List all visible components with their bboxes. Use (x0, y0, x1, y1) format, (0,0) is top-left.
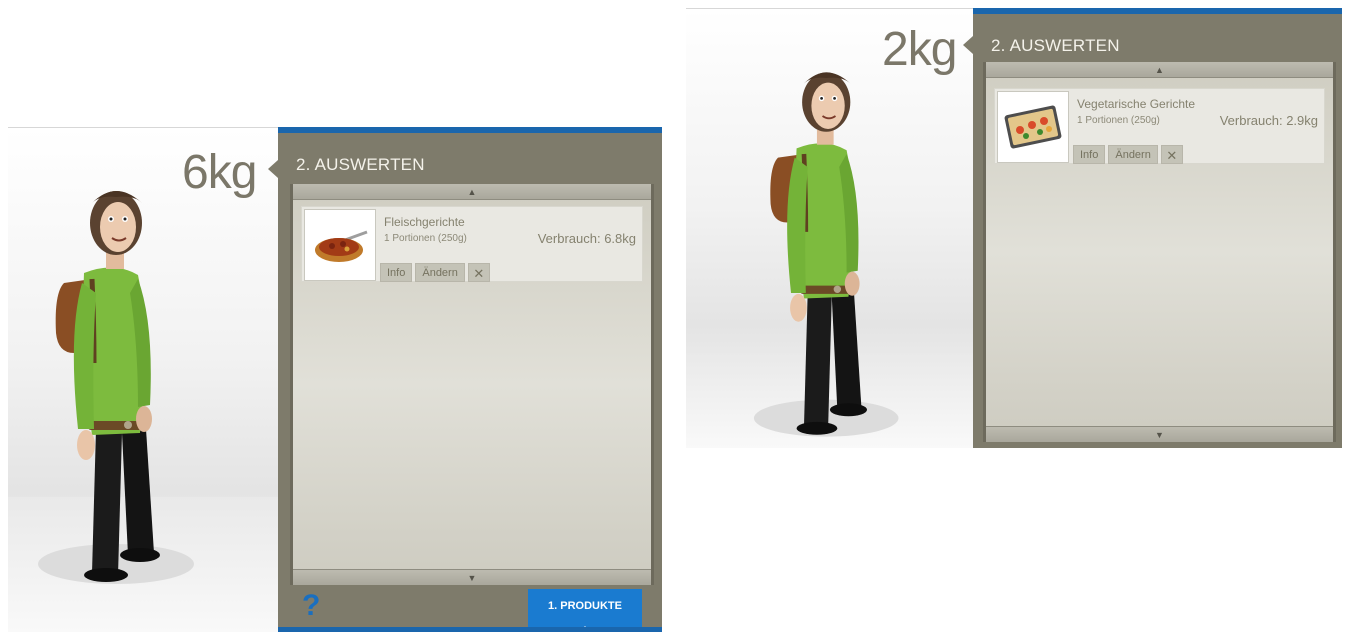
product-name: Vegetarische Gerichte (1077, 97, 1196, 111)
section-title: 2. AUSWERTEN (991, 36, 1120, 55)
triangle-up-icon: ▲ (1155, 64, 1164, 75)
product-card[interactable]: Vegetarische Gerichte 1 Portionen (250g)… (994, 88, 1325, 164)
tab-products-label: 1. PRODUKTE (548, 600, 622, 612)
product-list[interactable]: ▲ Vegetarische Gerichte 1 Portionen (250… (983, 62, 1336, 442)
product-usage: Verbrauch: 2.9kg (1219, 113, 1318, 128)
close-icon[interactable]: ✕ (1160, 145, 1183, 164)
character-figure (753, 72, 899, 437)
help-button[interactable]: ? (302, 589, 320, 623)
product-actions: Info Ändern ✕ (1073, 145, 1183, 164)
character-stage: 6kg (8, 127, 278, 632)
tab-products[interactable]: 1. PRODUKTE (528, 589, 642, 632)
evaluation-panel-right: 2kg 2. AUSWERTEN ▲ Vegetarische Gerichte… (686, 8, 1342, 448)
evaluation-sidebar: 2. AUSWERTEN ▲ Vegetarische Gerichte 1 P… (973, 8, 1342, 448)
close-icon[interactable]: ✕ (467, 263, 490, 282)
product-list[interactable]: ▲ Fleischgerichte 1 Portionen (250g) Ver… (290, 184, 654, 585)
section-title: 2. AUSWERTEN (296, 155, 425, 174)
product-actions: Info Ändern ✕ (380, 263, 490, 282)
product-portion: 1 Portionen (250g) (1077, 115, 1160, 126)
triangle-down-icon: ▼ (467, 572, 477, 583)
panel-pointer (268, 160, 278, 178)
evaluation-panel-left: 6kg 2. AUSWERTEN ▲ Fleischgerichte 1 Por… (8, 127, 662, 632)
product-usage: Verbrauch: 6.8kg (537, 231, 636, 246)
product-thumbnail (304, 209, 376, 281)
panel-pointer (963, 36, 973, 54)
character-figure (38, 191, 194, 584)
info-button[interactable]: Info (1073, 145, 1106, 164)
weight-value: 2kg (882, 23, 957, 76)
meat-dish-icon (315, 230, 368, 262)
product-name: Fleischgerichte (384, 215, 465, 229)
product-portion: 1 Portionen (250g) (384, 233, 467, 244)
character-stage: 2kg (686, 8, 973, 448)
change-button[interactable]: Ändern (1108, 145, 1158, 164)
product-thumbnail (997, 91, 1069, 163)
product-card[interactable]: Fleischgerichte 1 Portionen (250g) Verbr… (301, 206, 643, 282)
weight-value: 6kg (182, 146, 257, 199)
change-button[interactable]: Ändern (415, 263, 465, 282)
scroll-down-button[interactable]: ▼ (293, 569, 651, 585)
vegetable-tray-icon (1004, 105, 1062, 149)
triangle-up-icon: ▲ (467, 186, 477, 197)
scroll-up-button[interactable]: ▲ (293, 184, 651, 200)
scroll-up-button[interactable]: ▲ (986, 62, 1333, 78)
evaluation-sidebar: 2. AUSWERTEN ▲ Fleischgerichte 1 Portion… (278, 127, 662, 632)
bottom-accent-bar (278, 627, 662, 632)
info-button[interactable]: Info (380, 263, 413, 282)
triangle-down-icon: ▼ (1155, 429, 1164, 440)
scroll-down-button[interactable]: ▼ (986, 426, 1333, 442)
